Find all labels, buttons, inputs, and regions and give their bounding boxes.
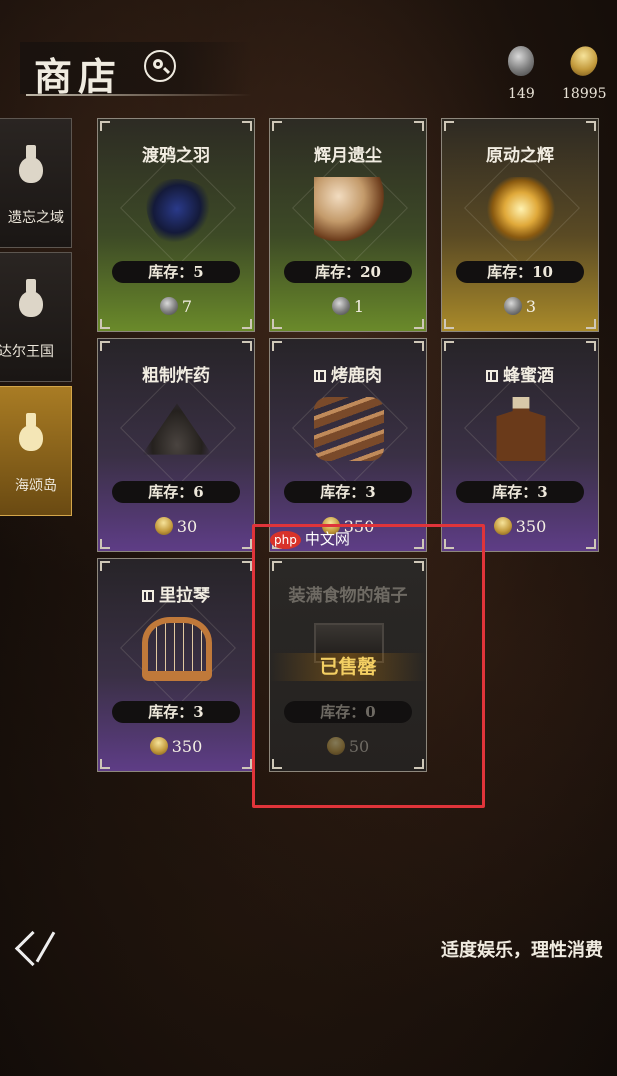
item-stock: 库存：20 xyxy=(284,261,412,283)
potion-bottle-icon xyxy=(16,279,46,319)
item-price-value: 30 xyxy=(176,517,198,536)
item-stock: 库存：10 xyxy=(456,261,584,283)
shop-item-card[interactable]: 原动之辉 库存：10 3 xyxy=(441,118,599,332)
item-price: 7 xyxy=(98,297,254,316)
item-stock: 库存：5 xyxy=(112,261,240,283)
stone-coin-icon xyxy=(508,46,535,76)
potion-bottle-icon xyxy=(16,145,46,185)
gift-icon xyxy=(314,370,326,382)
gold-coin-icon xyxy=(490,514,515,538)
stone-coin-icon xyxy=(503,297,522,315)
item-price: 3 xyxy=(442,297,598,316)
gold-coin-icon xyxy=(151,514,176,538)
currency-stone-amount: 149 xyxy=(508,86,535,102)
php-logo-icon: php xyxy=(270,531,301,549)
sidebar-tab-dar-kingdom[interactable]: 达尔王国 xyxy=(0,252,72,382)
currency-gold: 18995 xyxy=(562,41,607,102)
back-button[interactable] xyxy=(14,928,66,967)
shop-item-card[interactable]: 辉月遗尘 库存：20 1 xyxy=(269,118,427,332)
item-stock: 库存：6 xyxy=(112,481,240,503)
item-stock: 库存：3 xyxy=(112,701,240,723)
currency-gold-amount: 18995 xyxy=(562,86,607,102)
sidebar-tab-label: 达尔王国 xyxy=(0,344,54,360)
item-price: 1 xyxy=(270,297,426,316)
lyre-icon xyxy=(142,617,212,681)
moon-dust-icon xyxy=(314,177,384,241)
roasted-meat-icon xyxy=(314,397,384,461)
gift-icon xyxy=(142,590,154,602)
shop-item-card[interactable]: 蜂蜜酒 库存：3 350 xyxy=(441,338,599,552)
currency-stone: 149 xyxy=(508,46,535,102)
sidebar-tab-forgotten-realm[interactable]: 遗忘之域 xyxy=(0,118,72,248)
sidebar-tab-label: 遗忘之域 xyxy=(8,210,64,226)
item-price-value: 350 xyxy=(171,737,203,756)
watermark: php 中文网 xyxy=(270,528,350,549)
gold-coin-icon xyxy=(146,734,171,758)
highlight-box xyxy=(252,524,485,808)
gift-icon xyxy=(486,370,498,382)
item-stock: 库存：3 xyxy=(284,481,412,503)
item-stock: 库存：3 xyxy=(456,481,584,503)
page-title: 商店 xyxy=(34,54,123,99)
item-price: 350 xyxy=(98,734,254,758)
radiance-orb-icon xyxy=(486,177,556,241)
item-price-value: 1 xyxy=(353,297,365,316)
sidebar-tab-label: 海颂岛 xyxy=(15,478,57,494)
watermark-text: 中文网 xyxy=(304,530,350,548)
footer-notice: 适度娱乐，理性消费 xyxy=(441,940,603,961)
potion-bottle-icon xyxy=(16,413,46,453)
search-icon[interactable] xyxy=(144,50,176,82)
header: 商店 xyxy=(20,42,252,100)
item-price: 30 xyxy=(98,514,254,538)
gold-coin-icon xyxy=(566,41,603,81)
item-price-value: 3 xyxy=(525,297,537,316)
item-price-value: 350 xyxy=(515,517,547,536)
shop-item-card[interactable]: 渡鸦之羽 库存：5 7 xyxy=(97,118,255,332)
title-underline xyxy=(26,94,252,96)
stone-coin-icon xyxy=(331,297,350,315)
shop-item-card[interactable]: 烤鹿肉 库存：3 350 xyxy=(269,338,427,552)
sidebar-tab-haisong-island[interactable]: 海颂岛 xyxy=(0,386,72,516)
shop-item-card[interactable]: 里拉琴 库存：3 350 xyxy=(97,558,255,772)
stone-coin-icon xyxy=(159,297,178,315)
shop-item-card[interactable]: 粗制炸药 库存：6 30 xyxy=(97,338,255,552)
item-price-value: 7 xyxy=(181,297,193,316)
